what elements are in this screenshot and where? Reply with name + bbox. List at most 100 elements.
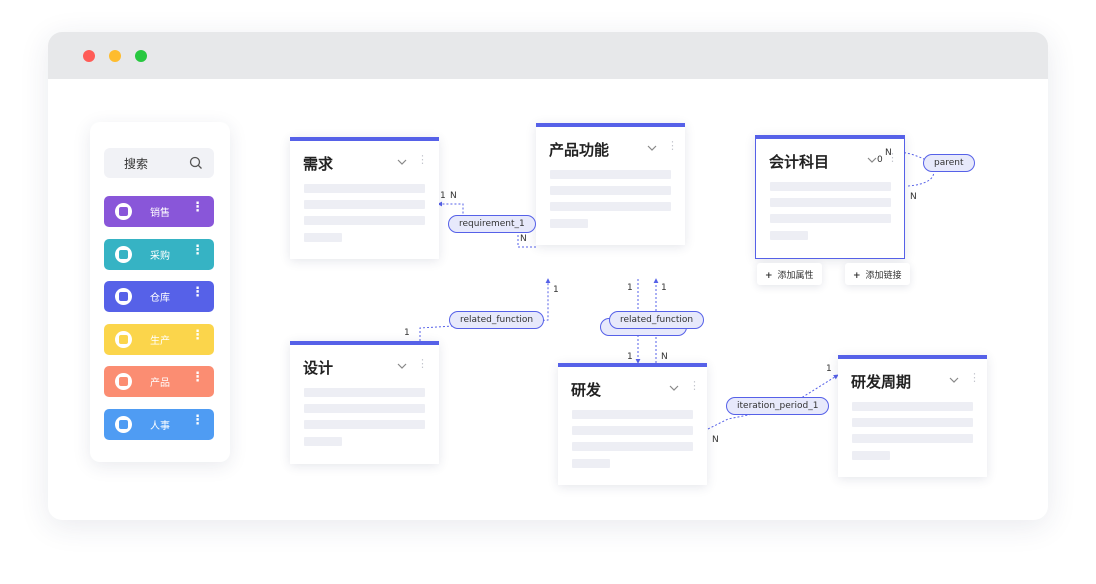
diagram-canvas[interactable]: 搜索 销售 ⋮ 采购 ⋮ 仓库 ⋮ 生产 ⋮ 产品 ⋮ 人事 ⋮ 需求 ⋮ 产品…: [48, 79, 1048, 520]
sidebar-item-product[interactable]: 产品 ⋮: [104, 366, 214, 397]
field-placeholder: [852, 434, 973, 443]
sidebar-item-label: 产品: [150, 378, 170, 389]
cardinality-label: N: [450, 191, 457, 201]
entity-card-design[interactable]: 设计 ⋮: [290, 341, 439, 464]
add-link-button[interactable]: + 添加链接: [845, 263, 910, 285]
more-icon[interactable]: ⋮: [417, 154, 428, 165]
sidebar-item-label: 销售: [150, 208, 170, 219]
field-placeholder: [304, 200, 425, 209]
more-icon[interactable]: ⋮: [667, 140, 678, 151]
entity-title: 产品功能: [549, 141, 610, 159]
more-icon[interactable]: ⋮: [191, 414, 204, 427]
sidebar-item-label: 仓库: [150, 293, 170, 304]
add-attribute-button[interactable]: + 添加属性: [757, 263, 822, 285]
relation-label-requirement-1[interactable]: requirement_1: [448, 215, 536, 233]
more-icon[interactable]: ⋮: [689, 380, 700, 391]
more-icon[interactable]: ⋮: [191, 201, 204, 214]
add-link-label: 添加链接: [865, 271, 902, 281]
sidebar-item-sales[interactable]: 销售 ⋮: [104, 196, 214, 227]
chevron-down-icon[interactable]: [396, 360, 408, 372]
more-icon[interactable]: ⋮: [191, 244, 204, 257]
sidebar-item-production[interactable]: 生产 ⋮: [104, 324, 214, 355]
production-icon: [115, 331, 132, 348]
entity-title: 会计科目: [769, 153, 830, 171]
entity-title: 研发: [571, 381, 602, 399]
plus-icon: +: [853, 271, 861, 281]
cardinality-label: 1: [627, 283, 633, 293]
more-icon[interactable]: ⋮: [191, 371, 204, 384]
field-placeholder: [304, 437, 342, 446]
product-icon: [115, 373, 132, 390]
field-placeholder: [572, 442, 693, 451]
app-window: 搜索 销售 ⋮ 采购 ⋮ 仓库 ⋮ 生产 ⋮ 产品 ⋮ 人事 ⋮ 需求 ⋮ 产品…: [48, 32, 1048, 520]
chevron-down-icon[interactable]: [668, 382, 680, 394]
field-placeholder: [304, 420, 425, 429]
cardinality-label: 1: [440, 191, 446, 201]
entity-card-requirement[interactable]: 需求 ⋮: [290, 137, 439, 259]
entity-card-product-function[interactable]: 产品功能 ⋮: [536, 123, 685, 245]
hr-icon: [115, 416, 132, 433]
more-icon[interactable]: ⋮: [969, 372, 980, 383]
sidebar-item-label: 采购: [150, 251, 170, 262]
field-placeholder: [852, 402, 973, 411]
chevron-down-icon[interactable]: [646, 142, 658, 154]
field-placeholder: [572, 459, 610, 468]
relation-label-related-function-design[interactable]: related_function: [449, 311, 545, 329]
cardinality-label: 0: [877, 155, 883, 165]
entity-title: 需求: [303, 155, 334, 173]
cardinality-label: N: [885, 148, 892, 158]
chevron-down-icon[interactable]: [396, 156, 408, 168]
chevron-down-icon[interactable]: [948, 374, 960, 386]
relation-label-iteration-period-1[interactable]: iteration_period_1: [726, 397, 830, 415]
sidebar-item-purchase[interactable]: 采购 ⋮: [104, 239, 214, 270]
relation-label-related-function-rnd[interactable]: related_function: [609, 311, 705, 329]
field-placeholder: [770, 214, 891, 223]
minimize-dot[interactable]: [109, 50, 121, 62]
maximize-dot[interactable]: [135, 50, 147, 62]
purchase-icon: [115, 246, 132, 263]
field-placeholder: [572, 410, 693, 419]
field-placeholder: [304, 216, 425, 225]
sidebar-item-warehouse[interactable]: 仓库 ⋮: [104, 281, 214, 312]
add-attribute-label: 添加属性: [777, 271, 814, 281]
title-bar: [48, 32, 1048, 79]
search-box[interactable]: 搜索: [104, 148, 214, 178]
field-placeholder: [770, 182, 891, 191]
field-placeholder: [550, 202, 671, 211]
cardinality-label: N: [712, 435, 719, 445]
field-placeholder: [304, 184, 425, 193]
field-placeholder: [572, 426, 693, 435]
field-placeholder: [550, 186, 671, 195]
more-icon[interactable]: ⋮: [417, 358, 428, 369]
module-sidebar: 搜索 销售 ⋮ 采购 ⋮ 仓库 ⋮ 生产 ⋮ 产品 ⋮ 人事 ⋮: [90, 122, 230, 462]
field-placeholder: [304, 388, 425, 397]
warehouse-icon: [115, 288, 132, 305]
sidebar-item-hr[interactable]: 人事 ⋮: [104, 409, 214, 440]
field-placeholder: [550, 219, 588, 228]
field-placeholder: [770, 231, 808, 240]
search-icon[interactable]: [188, 155, 204, 171]
cardinality-label: N: [661, 352, 668, 362]
sidebar-item-label: 生产: [150, 336, 170, 347]
relation-label-parent[interactable]: parent: [923, 154, 975, 172]
field-placeholder: [304, 404, 425, 413]
more-icon[interactable]: ⋮: [191, 329, 204, 342]
entity-card-accounting-subject[interactable]: 会计科目 ⋮: [755, 135, 905, 259]
field-placeholder: [852, 418, 973, 427]
plus-icon: +: [765, 271, 773, 281]
search-label: 搜索: [124, 157, 149, 171]
entity-card-rnd[interactable]: 研发 ⋮: [558, 363, 707, 485]
entity-card-rnd-cycle[interactable]: 研发周期 ⋮: [838, 355, 987, 477]
close-dot[interactable]: [83, 50, 95, 62]
cardinality-label: 1: [553, 285, 559, 295]
field-placeholder: [770, 198, 891, 207]
cardinality-label: N: [520, 234, 527, 244]
sales-icon: [115, 203, 132, 220]
field-placeholder: [852, 451, 890, 460]
entity-title: 设计: [303, 359, 334, 377]
field-placeholder: [304, 233, 342, 242]
more-icon[interactable]: ⋮: [191, 286, 204, 299]
entity-title: 研发周期: [851, 373, 912, 391]
cardinality-label: 1: [627, 352, 633, 362]
cardinality-label: N: [910, 192, 917, 202]
